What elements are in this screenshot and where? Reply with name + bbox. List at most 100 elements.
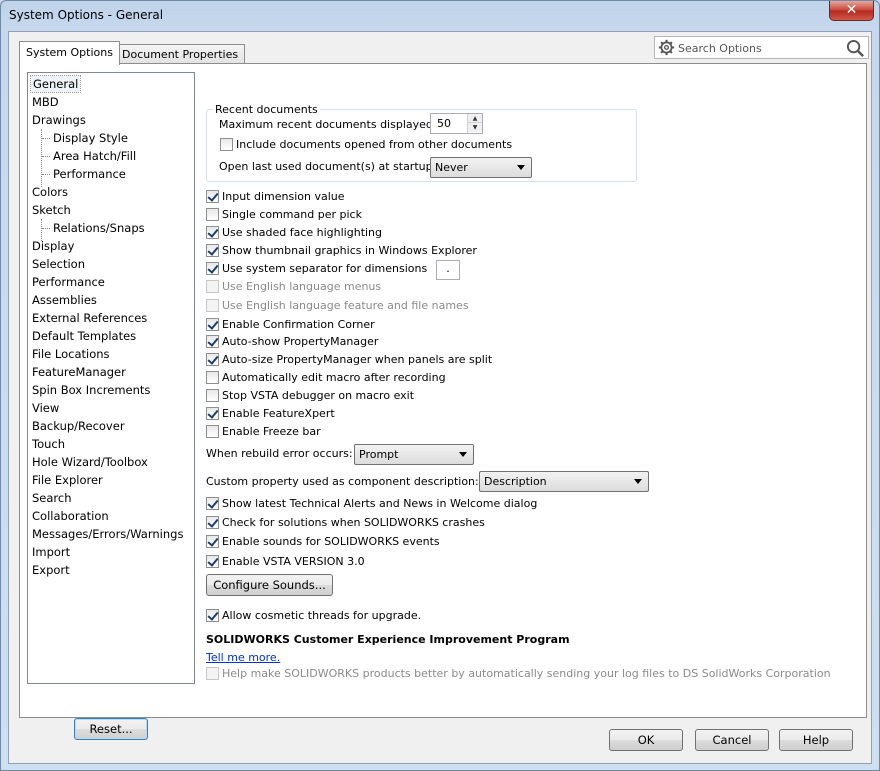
enable-sounds-checkbox[interactable] xyxy=(206,535,219,548)
tree-item-touch[interactable]: Touch xyxy=(32,436,65,452)
featurexpert-checkbox[interactable] xyxy=(206,407,219,420)
window-title: System Options - General xyxy=(9,8,164,22)
tree-item-view[interactable]: View xyxy=(32,400,59,416)
ceip-help-checkbox xyxy=(206,667,219,680)
tree-item-hole-wizard[interactable]: Hole Wizard/Toolbox xyxy=(32,454,148,470)
shaded-face-label: Use shaded face highlighting xyxy=(222,226,383,239)
tree-item-performance[interactable]: Performance xyxy=(32,274,105,290)
vsta-version-checkbox[interactable] xyxy=(206,555,219,568)
recent-documents-title: Recent documents xyxy=(213,103,320,116)
cosmetic-threads-label: Allow cosmetic threads for upgrade. xyxy=(222,609,422,622)
tree-item-collaboration[interactable]: Collaboration xyxy=(32,508,109,524)
check-solutions-label: Check for solutions when SOLIDWORKS cras… xyxy=(222,516,485,529)
featurexpert-label: Enable FeatureXpert xyxy=(222,407,335,420)
title-bar[interactable]: System Options - General ✕ xyxy=(1,1,879,31)
custom-property-select[interactable]: Description xyxy=(479,471,649,492)
tree-item-search[interactable]: Search xyxy=(32,490,72,506)
ceip-help-label: Help make SOLIDWORKS products better by … xyxy=(222,667,831,680)
tree-item-default-templates[interactable]: Default Templates xyxy=(32,328,136,344)
ceip-title: SOLIDWORKS Customer Experience Improveme… xyxy=(206,633,570,646)
rebuild-error-value: Prompt xyxy=(359,448,399,461)
english-menus-label: Use English language menus xyxy=(222,280,382,293)
stop-vsta-checkbox[interactable] xyxy=(206,389,219,402)
tree-item-external-references[interactable]: External References xyxy=(32,310,147,326)
max-recent-spinbox[interactable]: 50 ▲ ▼ xyxy=(430,113,483,134)
tree-item-file-locations[interactable]: File Locations xyxy=(32,346,110,362)
edit-macro-checkbox[interactable] xyxy=(206,371,219,384)
cancel-button[interactable]: Cancel xyxy=(695,729,769,751)
tab-label: Document Properties xyxy=(122,48,239,61)
tab-document-properties[interactable]: Document Properties xyxy=(115,44,246,63)
options-tree[interactable]: General MBD Drawings Display Style Area … xyxy=(27,72,195,684)
thumbnail-graphics-label: Show thumbnail graphics in Windows Explo… xyxy=(222,244,477,257)
tree-item-featuremanager[interactable]: FeatureManager xyxy=(32,364,126,380)
tree-item-drawings[interactable]: Drawings xyxy=(32,112,86,128)
edit-macro-label: Automatically edit macro after recording xyxy=(222,371,446,384)
freeze-bar-label: Enable Freeze bar xyxy=(222,425,321,438)
tree-item-display[interactable]: Display xyxy=(32,238,74,254)
tree-connector xyxy=(42,174,50,175)
spin-arrows[interactable]: ▲ ▼ xyxy=(467,114,482,133)
max-recent-label: Maximum recent documents displayed: xyxy=(219,118,437,131)
single-command-label: Single command per pick xyxy=(222,208,362,221)
input-dimension-checkbox[interactable] xyxy=(206,190,219,203)
tree-item-spin-box-increments[interactable]: Spin Box Increments xyxy=(32,382,150,398)
tree-connector xyxy=(42,156,50,157)
shaded-face-checkbox[interactable] xyxy=(206,226,219,239)
spin-up-icon[interactable]: ▲ xyxy=(468,114,482,123)
tree-item-messages[interactable]: Messages/Errors/Warnings xyxy=(32,526,183,542)
tree-item-backup-recover[interactable]: Backup/Recover xyxy=(32,418,125,434)
separator-input[interactable]: . xyxy=(436,260,460,280)
tell-me-more-link[interactable]: Tell me more. xyxy=(206,651,280,665)
dialog-client: System Options Document Properties Searc… xyxy=(8,31,872,764)
auto-size-pm-label: Auto-size PropertyManager when panels ar… xyxy=(222,353,493,366)
tab-system-options[interactable]: System Options xyxy=(19,41,120,65)
search-options-box[interactable]: Search Options xyxy=(654,36,869,59)
close-button[interactable]: ✕ xyxy=(829,1,874,21)
tree-item-relations-snaps[interactable]: Relations/Snaps xyxy=(53,220,145,236)
check-solutions-checkbox[interactable] xyxy=(206,516,219,529)
tree-item-export[interactable]: Export xyxy=(32,562,70,578)
tree-item-selection[interactable]: Selection xyxy=(32,256,85,272)
system-separator-label: Use system separator for dimensions xyxy=(222,262,428,275)
gear-icon[interactable] xyxy=(658,39,675,56)
technical-alerts-checkbox[interactable] xyxy=(206,497,219,510)
system-separator-checkbox[interactable] xyxy=(206,262,219,275)
include-documents-checkbox[interactable] xyxy=(220,138,233,151)
spin-down-icon[interactable]: ▼ xyxy=(468,123,482,132)
help-button[interactable]: Help xyxy=(779,729,853,751)
cosmetic-threads-checkbox[interactable] xyxy=(206,609,219,622)
tree-item-sketch[interactable]: Sketch xyxy=(32,202,71,218)
confirmation-corner-label: Enable Confirmation Corner xyxy=(222,318,375,331)
tree-item-import[interactable]: Import xyxy=(32,544,70,560)
reset-button[interactable]: Reset... xyxy=(74,718,148,740)
tree-connector xyxy=(42,228,50,229)
tree-item-file-explorer[interactable]: File Explorer xyxy=(32,472,103,488)
tree-item-general[interactable]: General xyxy=(29,75,82,93)
open-last-select[interactable]: Never xyxy=(430,157,532,178)
tree-connector xyxy=(42,138,50,139)
tree-item-assemblies[interactable]: Assemblies xyxy=(32,292,97,308)
tab-label: System Options xyxy=(26,46,113,59)
single-command-checkbox[interactable] xyxy=(206,208,219,221)
english-feature-names-label: Use English language feature and file na… xyxy=(222,299,469,312)
rebuild-error-select[interactable]: Prompt xyxy=(354,444,474,465)
freeze-bar-checkbox[interactable] xyxy=(206,425,219,438)
ok-button[interactable]: OK xyxy=(609,729,683,751)
tree-item-mbd[interactable]: MBD xyxy=(32,94,59,110)
confirmation-corner-checkbox[interactable] xyxy=(206,318,219,331)
thumbnail-graphics-checkbox[interactable] xyxy=(206,244,219,257)
max-recent-value[interactable]: 50 xyxy=(437,117,451,130)
vsta-version-label: Enable VSTA VERSION 3.0 xyxy=(222,555,365,568)
configure-sounds-button[interactable]: Configure Sounds... xyxy=(206,574,333,596)
tree-item-display-style[interactable]: Display Style xyxy=(53,130,128,146)
tree-item-area-hatch[interactable]: Area Hatch/Fill xyxy=(53,148,136,164)
tree-item-colors[interactable]: Colors xyxy=(32,184,68,200)
magnifier-icon[interactable] xyxy=(846,39,865,58)
auto-size-pm-checkbox[interactable] xyxy=(206,353,219,366)
technical-alerts-label: Show latest Technical Alerts and News in… xyxy=(222,497,538,510)
auto-show-pm-checkbox[interactable] xyxy=(206,335,219,348)
system-options-window: System Options - General ✕ System Option… xyxy=(0,0,880,771)
tree-item-drawings-performance[interactable]: Performance xyxy=(53,166,126,182)
search-input[interactable]: Search Options xyxy=(678,42,762,55)
